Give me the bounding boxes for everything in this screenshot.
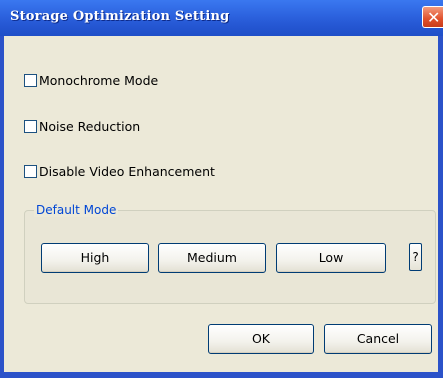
noise-reduction-label[interactable]: Noise Reduction (39, 119, 140, 134)
default-mode-group-label: Default Mode (34, 203, 119, 217)
medium-button[interactable]: Medium (158, 243, 266, 273)
noise-reduction-checkbox[interactable] (24, 119, 37, 133)
high-button[interactable]: High (41, 243, 149, 273)
dialog-window: Storage Optimization Setting ✕ Monochrom… (0, 0, 443, 378)
monochrome-label[interactable]: Monochrome Mode (39, 73, 158, 88)
window-title: Storage Optimization Setting (10, 9, 230, 24)
title-bar[interactable]: Storage Optimization Setting ✕ (0, 0, 443, 36)
monochrome-option[interactable]: Monochrome Mode (24, 71, 158, 89)
cancel-button[interactable]: Cancel (324, 324, 432, 354)
low-button[interactable]: Low (276, 243, 386, 273)
help-button[interactable]: ? (409, 243, 422, 271)
disable-video-enhancement-label[interactable]: Disable Video Enhancement (39, 164, 215, 179)
monochrome-checkbox[interactable] (24, 73, 37, 87)
disable-video-enhancement-checkbox[interactable] (24, 164, 37, 178)
close-icon: ✕ (427, 8, 441, 27)
close-button[interactable]: ✕ (422, 6, 443, 28)
noise-reduction-option[interactable]: Noise Reduction (24, 117, 140, 135)
disable-video-enhancement-option[interactable]: Disable Video Enhancement (24, 162, 215, 180)
ok-button[interactable]: OK (208, 324, 314, 354)
